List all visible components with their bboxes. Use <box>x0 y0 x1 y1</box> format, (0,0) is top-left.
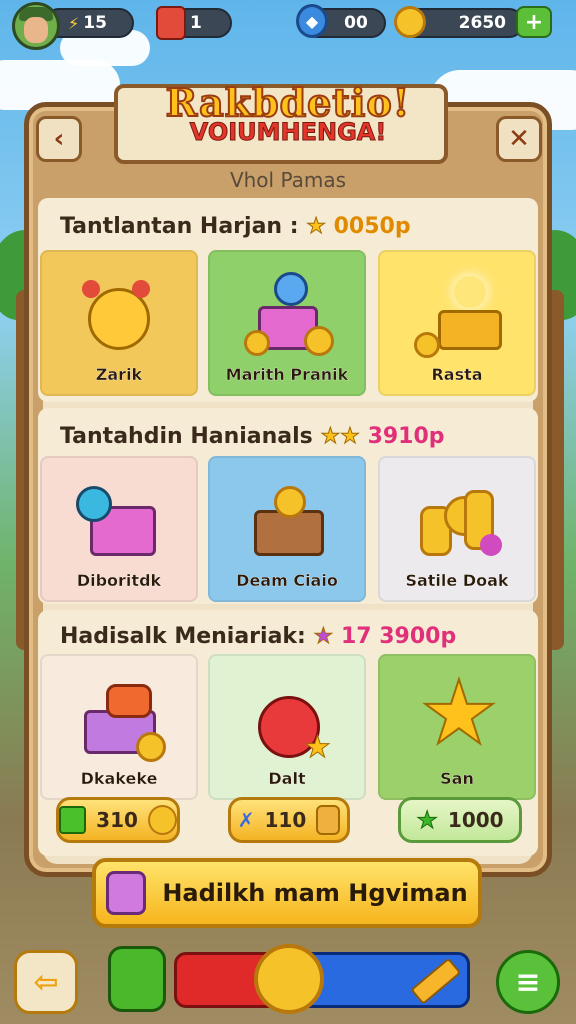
buy-button-middle[interactable]: ✗ 110 <box>228 797 350 843</box>
add-coins-button[interactable]: + <box>516 6 552 38</box>
gift-box-icon <box>244 270 334 356</box>
gem-icon: ◆ <box>296 4 328 38</box>
offer-card[interactable]: Diboritdk <box>40 456 198 602</box>
panel-subtitle: Vhol Pamas <box>229 168 347 192</box>
buy-button-left[interactable]: 310 <box>56 797 180 843</box>
shop-subtitle-banner: VOIUMHENGA! <box>189 118 387 147</box>
character-icon <box>76 270 166 356</box>
lightning-icon: ⚡ <box>68 13 80 33</box>
section-title: Tantahdin Hanianals ★★ 3910p <box>60 424 445 450</box>
star-icon: ★ <box>313 624 334 650</box>
offer-card[interactable]: Dkakeke <box>40 654 198 800</box>
star-icon: ★ <box>306 214 327 240</box>
section-price: 17 3900p <box>340 624 457 649</box>
smiling-star-icon: ★ <box>419 661 500 764</box>
offer-card[interactable]: ★ Dalt <box>208 654 366 800</box>
top-bar: ⚡ 15 1 00 ◆ 2650 + <box>0 0 576 50</box>
offer-card[interactable]: Deam Ciaio <box>208 456 366 602</box>
gems-value: 00 <box>344 13 368 33</box>
coin-icon <box>147 805 177 835</box>
gift-box-icon <box>76 674 166 762</box>
arrow-left-icon: ⇦ <box>33 964 59 1000</box>
offer-card[interactable]: Marith Pranik <box>208 250 366 396</box>
gem-cube-icon <box>59 806 87 834</box>
player-avatar[interactable] <box>12 2 60 50</box>
coins-value: 2650 <box>458 13 506 33</box>
coin-icon <box>394 6 426 38</box>
treasure-chest-icon <box>414 270 504 358</box>
gift-value: 1 <box>190 13 202 33</box>
section-price: 3910p <box>367 424 445 449</box>
shopping-bag-button[interactable] <box>108 946 166 1012</box>
gift-box-icon <box>76 476 166 562</box>
main-action-button[interactable]: Hadilkh mam Hgviman <box>92 858 482 928</box>
section-title: Hadisalk Meniariak: ★ 17 3900p <box>60 624 457 650</box>
section-price: 0050p <box>333 214 411 239</box>
ticket-icon: ✗ <box>237 808 255 832</box>
star-icon: ★ <box>416 806 438 835</box>
bottom-bar <box>104 944 474 1016</box>
offer-card[interactable]: Rasta <box>378 250 536 396</box>
menu-button[interactable]: ≡ <box>496 950 560 1014</box>
offer-section-1: Tantlantan Harjan : ★ 0050p Zarik Marith… <box>38 198 538 402</box>
treasure-chest-icon <box>244 476 334 562</box>
energy-value: 15 <box>83 13 107 33</box>
offer-card[interactable]: ★ San <box>378 654 536 800</box>
coin-stack-icon <box>414 476 504 562</box>
back-arrow-button[interactable]: ⇦ <box>14 950 78 1014</box>
back-button[interactable]: ‹ <box>36 116 82 162</box>
buy-button-right[interactable]: ★ 1000 <box>398 797 522 843</box>
candy-icon: ★ <box>244 674 334 766</box>
offer-card[interactable]: Zarik <box>40 250 198 396</box>
gift-icon <box>156 6 186 40</box>
offer-card[interactable]: Satile Doak <box>378 456 536 602</box>
cupcake-icon <box>106 871 147 915</box>
close-button[interactable]: ✕ <box>496 116 542 162</box>
star-icon: ★★ <box>320 424 360 450</box>
offer-section-2: Tantahdin Hanianals ★★ 3910p Diboritdk D… <box>38 408 538 604</box>
center-coin-button[interactable] <box>254 944 324 1014</box>
jar-icon <box>316 805 341 835</box>
menu-icon: ≡ <box>515 964 541 1000</box>
section-title: Tantlantan Harjan : ★ 0050p <box>60 214 411 240</box>
